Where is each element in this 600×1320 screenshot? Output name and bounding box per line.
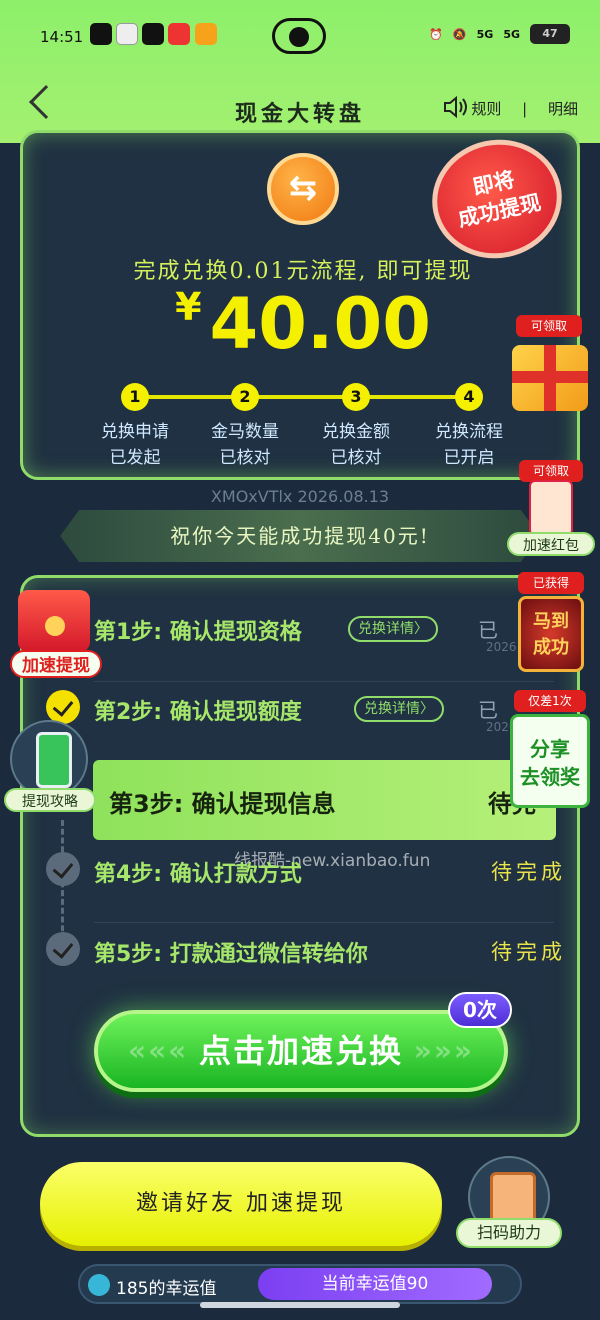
gift-box-icon [512, 345, 588, 411]
tiktok-app-icon-2 [142, 23, 164, 45]
toutiao-app-icon [168, 23, 190, 45]
chevron-left-icon: ««« [128, 1034, 189, 1067]
video-app-icon [195, 23, 217, 45]
share-line-2: 去领奖 [520, 765, 580, 789]
step-row-2: 第2步: 确认提现额度 兑换详情〉 已 2026 [94, 686, 574, 736]
current-luck-value: 当前幸运值90 [258, 1268, 492, 1300]
progress-label-2: 金马数量 已核对 [190, 419, 300, 471]
accelerate-redpack-button[interactable]: 可领取 加速红包 [505, 460, 597, 558]
red-envelope-icon [529, 480, 573, 536]
horse-line-2: 成功 [533, 637, 569, 658]
withdraw-guide-label: 提现攻略 [4, 788, 96, 812]
home-indicator[interactable] [200, 1302, 400, 1308]
accelerate-withdraw-label: 加速提现 [10, 650, 102, 678]
progress-step-3: 3 [342, 383, 370, 411]
step-3-title: 第3步: 确认提现信息 [109, 790, 336, 818]
step-2-state: 已 [478, 698, 498, 722]
step-5-state: 待完成 [491, 940, 566, 964]
horse-card: 马到 成功 [518, 596, 584, 672]
umbrella-icon [88, 1274, 110, 1296]
details-link[interactable]: 明细 [548, 100, 578, 118]
step-1-title: 第1步: 确认提现资格 [94, 620, 302, 645]
step-row-5: 第5步: 打款通过微信转给你 待完成 [94, 928, 574, 978]
gift-tag: 可领取 [516, 315, 582, 337]
progress-step-4: 4 [455, 383, 483, 411]
step-row-4: 第4步: 确认打款方式 待完成 [94, 848, 574, 898]
step-2-check-icon [46, 690, 80, 724]
redpack-label: 加速红包 [507, 532, 595, 556]
progress-label-3-status: 已核对 [330, 448, 382, 468]
horse-tag: 已获得 [518, 572, 584, 594]
header-separator: | [522, 100, 528, 118]
tiktok-app-icon [90, 23, 112, 45]
step-row-3-active: 第3步: 确认提现信息 待完 [93, 760, 556, 840]
clock-app-icon [116, 23, 138, 45]
scan-help-label: 扫码助力 [456, 1218, 562, 1248]
battery-indicator: 47 [530, 24, 570, 44]
swap-icon: ⇆ [267, 153, 339, 225]
alarm-icon: ⏰ [429, 27, 443, 41]
invite-friends-button[interactable]: 邀请好友 加速提现 [40, 1162, 442, 1246]
progress-step-1: 1 [121, 383, 149, 411]
phone-check-icon [10, 720, 88, 798]
currency-symbol: ¥ [175, 285, 202, 329]
progress-label-2-status: 已核对 [219, 448, 271, 468]
status-bar: 14:51 ⏰ 🔕 5G 5G 47 [0, 18, 600, 54]
red-envelope-icon [18, 590, 90, 652]
redpack-tag: 可领取 [519, 460, 583, 482]
share-tag: 仅差1次 [514, 690, 586, 712]
header-links: 规则 | 明细 [463, 98, 586, 119]
withdraw-guide-float-button[interactable]: 提现攻略 [4, 720, 96, 814]
signal-5g-label-1: 5G [476, 27, 494, 41]
step-4-title: 第4步: 确认打款方式 [94, 862, 302, 887]
status-time: 14:51 [40, 28, 84, 46]
progress-label-1-title: 兑换申请 [101, 422, 169, 442]
progress-label-1-status: 已发起 [109, 448, 161, 468]
step-4-check-icon [46, 852, 80, 886]
top-header-area: 14:51 ⏰ 🔕 5G 5G 47 现金大转盘 规则 | 明细 [0, 0, 600, 143]
progress-label-4-title: 兑换流程 [435, 422, 503, 442]
scan-help-button[interactable]: 扫码助力 [456, 1156, 562, 1250]
step-4-state: 待完成 [491, 860, 566, 884]
hotspot-icon [272, 18, 326, 54]
divider [94, 681, 554, 682]
share-reward-float-button[interactable]: 仅差1次 分享 去领奖 [508, 690, 592, 814]
accelerate-exchange-button[interactable]: ««« 点击加速兑换 »»» [94, 1010, 508, 1092]
friend-luck-value: 185的幸运值 [116, 1279, 217, 1299]
mute-icon: 🔕 [452, 27, 467, 41]
progress-label-3: 兑换金额 已核对 [301, 419, 411, 471]
progress-label-1: 兑换申请 已发起 [80, 419, 190, 471]
progress-line [133, 395, 473, 399]
progress-step-2: 2 [231, 383, 259, 411]
rules-link[interactable]: 规则 [471, 100, 501, 118]
progress-label-3-title: 兑换金额 [322, 422, 390, 442]
luck-value-bar: 185的幸运值 当前幸运值90 [78, 1264, 522, 1304]
step-5-title: 第5步: 打款通过微信转给你 [94, 942, 368, 967]
signal-5g-label-2: 5G [503, 27, 520, 41]
horse-line-1: 马到 [533, 611, 569, 632]
share-line-1: 分享 [530, 737, 570, 761]
step-5-check-icon [46, 932, 80, 966]
success-horse-float-button[interactable]: 已获得 马到 成功 [512, 572, 590, 676]
progress-label-2-title: 金马数量 [211, 422, 279, 442]
share-card: 分享 去领奖 [510, 714, 590, 808]
wish-banner: 祝你今天能成功提现40元! [60, 510, 540, 562]
step-1-detail-button[interactable]: 兑换详情〉 [348, 616, 438, 642]
remaining-count-badge: 0次 [448, 992, 512, 1028]
status-right: ⏰ 🔕 5G 5G 47 [429, 24, 570, 44]
divider [94, 922, 554, 923]
step-row-1: 第1步: 确认提现资格 兑换详情〉 已 2026 [94, 606, 574, 656]
accelerate-withdraw-float-button[interactable]: 加速提现 [10, 590, 102, 686]
cash-amount: ¥40.00 [23, 283, 583, 365]
accelerate-button-label: 点击加速兑换 [198, 1032, 403, 1070]
amount-value: 40.00 [209, 283, 431, 365]
step-2-detail-button[interactable]: 兑换详情〉 [354, 696, 444, 722]
step-2-title: 第2步: 确认提现额度 [94, 700, 302, 725]
step-1-state: 已 [478, 618, 498, 642]
gift-box-button[interactable]: 可领取 [508, 315, 590, 415]
